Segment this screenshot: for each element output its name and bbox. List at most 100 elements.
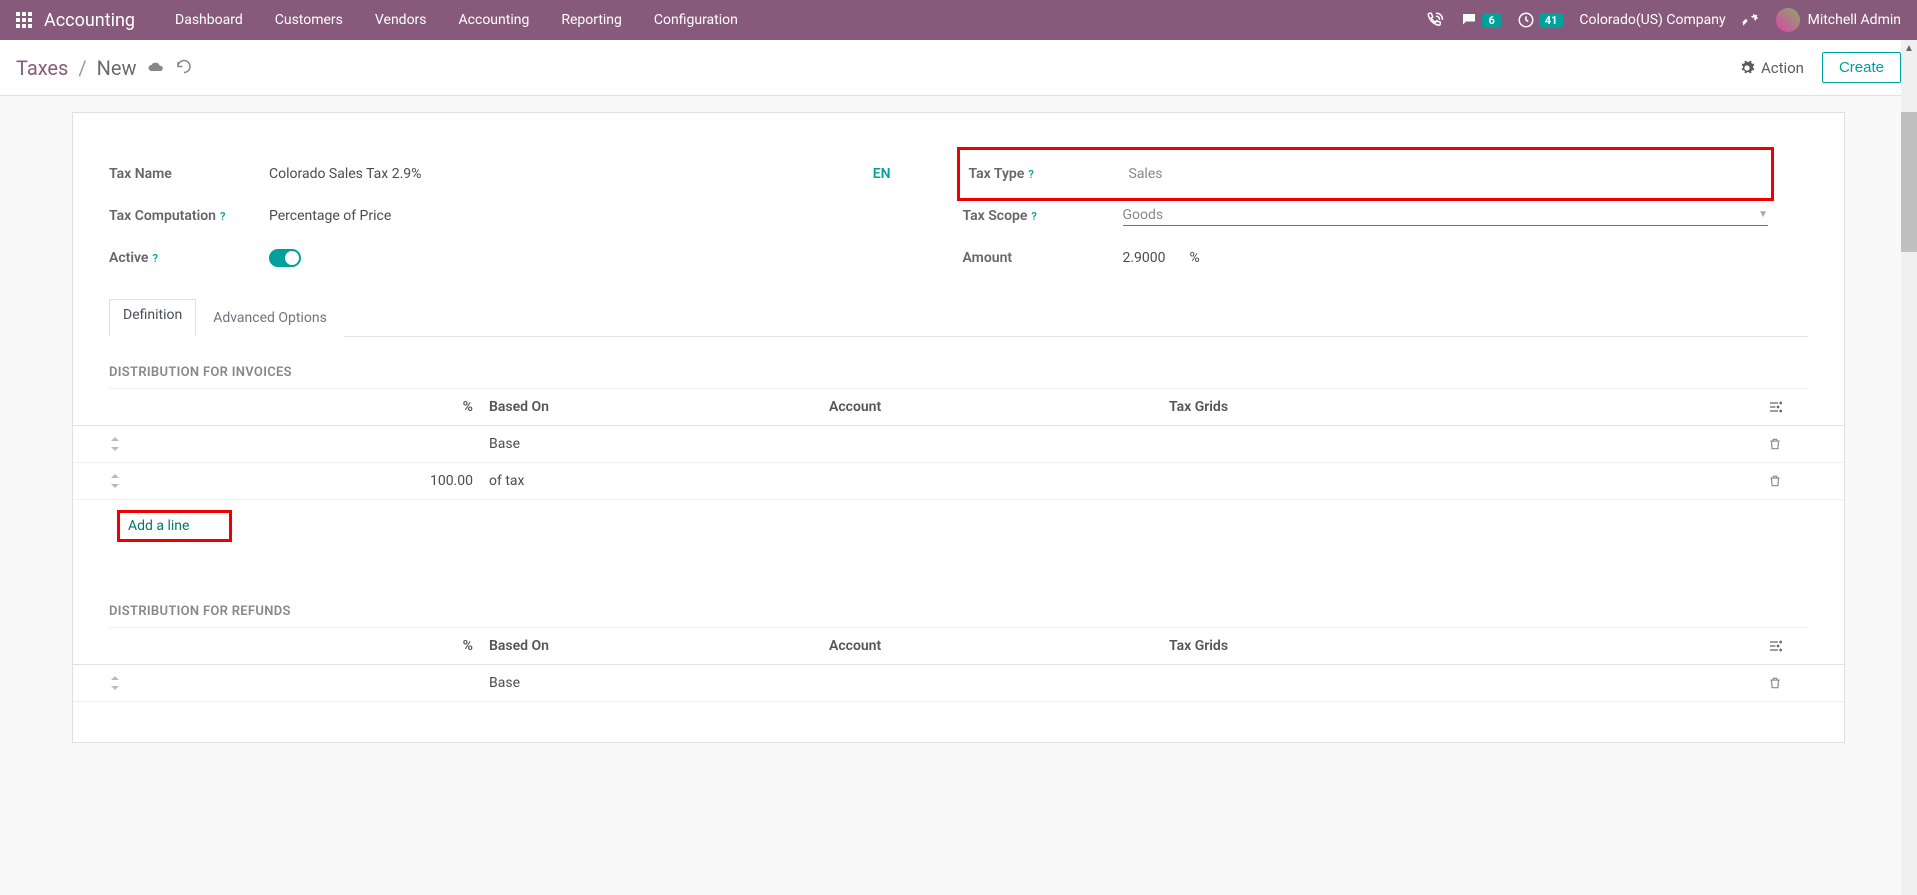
col-based: Based On xyxy=(489,399,829,415)
table-head-invoices: % Based On Account Tax Grids xyxy=(73,389,1844,426)
col-grids: Tax Grids xyxy=(1169,638,1768,654)
scroll-up-icon[interactable]: ▲ xyxy=(1901,40,1917,56)
activities-badge: 41 xyxy=(1539,13,1564,28)
active-label-text: Active xyxy=(109,250,148,266)
avatar xyxy=(1776,8,1800,32)
form-sheet: Tax Name Colorado Sales Tax 2.9% EN Tax … xyxy=(72,112,1845,743)
tax-scope-select[interactable]: Goods ▼ xyxy=(1123,207,1769,226)
delete-row-icon[interactable] xyxy=(1768,474,1808,488)
tax-scope-text: Goods xyxy=(1123,207,1164,223)
col-settings[interactable] xyxy=(1768,638,1808,654)
col-based: Based On xyxy=(489,638,829,654)
add-line-link[interactable]: Add a line xyxy=(117,510,232,542)
row-active: Active ? xyxy=(109,237,915,279)
nav-item-configuration[interactable]: Configuration xyxy=(638,2,754,38)
company-switcher[interactable]: Colorado(US) Company xyxy=(1579,12,1725,28)
col-account: Account xyxy=(829,638,1169,654)
tab-advanced-options[interactable]: Advanced Options xyxy=(196,299,344,337)
form-col-left: Tax Name Colorado Sales Tax 2.9% EN Tax … xyxy=(109,153,915,279)
lang-badge[interactable]: EN xyxy=(873,166,915,182)
label-active: Active ? xyxy=(109,250,269,266)
messages-badge: 6 xyxy=(1482,13,1500,28)
help-icon[interactable]: ? xyxy=(1031,210,1036,223)
breadcrumb-actions: Action Create xyxy=(1739,52,1901,83)
col-account: Account xyxy=(829,399,1169,415)
drag-handle-icon[interactable] xyxy=(109,676,139,690)
amount-text: 2.9000 xyxy=(1123,250,1166,266)
nav-item-customers[interactable]: Customers xyxy=(259,2,359,38)
nav-item-accounting[interactable]: Accounting xyxy=(443,2,546,38)
label-tax-scope: Tax Scope ? xyxy=(963,208,1123,224)
section-title-invoices: DISTRIBUTION FOR INVOICES xyxy=(109,337,1808,389)
discard-icon[interactable] xyxy=(175,59,193,77)
label-tax-computation: Tax Computation ? xyxy=(109,208,269,224)
nav-menu: Dashboard Customers Vendors Accounting R… xyxy=(159,2,1426,38)
apps-icon[interactable] xyxy=(16,12,32,28)
table-refunds: % Based On Account Tax Grids Base xyxy=(73,628,1844,702)
help-icon[interactable]: ? xyxy=(152,252,157,265)
action-label: Action xyxy=(1761,59,1804,77)
nav-item-vendors[interactable]: Vendors xyxy=(359,2,443,38)
breadcrumb-sep: / xyxy=(78,56,86,80)
nav-item-dashboard[interactable]: Dashboard xyxy=(159,2,259,38)
messages-icon[interactable]: 6 xyxy=(1460,11,1500,29)
cell-based[interactable]: Base xyxy=(489,436,829,452)
col-settings[interactable] xyxy=(1768,399,1808,415)
activities-icon[interactable]: 41 xyxy=(1517,11,1564,29)
row-amount: Amount 2.9000 % xyxy=(963,237,1769,279)
value-tax-computation[interactable]: Percentage of Price xyxy=(269,208,915,224)
tax-name-text: Colorado Sales Tax 2.9% xyxy=(269,166,421,182)
breadcrumb-root[interactable]: Taxes xyxy=(16,56,68,80)
phone-icon[interactable] xyxy=(1426,11,1444,29)
breadcrumb-current: New xyxy=(97,56,137,80)
active-toggle[interactable] xyxy=(269,249,301,267)
scrollbar[interactable]: ▲ xyxy=(1901,40,1917,895)
tab-definition[interactable]: Definition xyxy=(109,299,196,337)
delete-row-icon[interactable] xyxy=(1768,437,1808,451)
create-button[interactable]: Create xyxy=(1822,52,1901,83)
row-tax-type: Tax Type ? Sales xyxy=(963,153,1769,195)
drag-handle-icon[interactable] xyxy=(109,437,139,451)
table-row[interactable]: Base xyxy=(73,665,1844,702)
chevron-down-icon: ▼ xyxy=(1758,209,1768,220)
value-amount[interactable]: 2.9000 % xyxy=(1123,250,1769,266)
gear-icon xyxy=(1739,60,1755,76)
help-icon[interactable]: ? xyxy=(220,210,225,223)
row-tax-scope: Tax Scope ? Goods ▼ xyxy=(963,195,1769,237)
col-grids: Tax Grids xyxy=(1169,399,1768,415)
table-row[interactable]: 100.00 of tax xyxy=(73,463,1844,500)
scrollbar-thumb[interactable] xyxy=(1901,112,1917,252)
tabs: Definition Advanced Options xyxy=(109,299,1808,337)
cell-based[interactable]: of tax xyxy=(489,473,829,489)
col-drag xyxy=(109,399,139,415)
debug-icon[interactable] xyxy=(1742,11,1760,29)
col-pct: % xyxy=(139,638,489,654)
table-row[interactable]: Base xyxy=(73,426,1844,463)
cloud-save-icon[interactable] xyxy=(147,59,165,77)
label-tax-name: Tax Name xyxy=(109,166,269,182)
app-title[interactable]: Accounting xyxy=(44,10,135,31)
value-tax-scope[interactable]: Goods ▼ xyxy=(1123,207,1769,226)
table-invoices: % Based On Account Tax Grids Base xyxy=(73,389,1844,552)
nav-item-reporting[interactable]: Reporting xyxy=(545,2,638,38)
section-title-refunds: DISTRIBUTION FOR REFUNDS xyxy=(109,576,1808,628)
form-col-right: Tax Type ? Sales Tax Scope ? Goods ▼ xyxy=(963,153,1809,279)
tax-comp-label-text: Tax Computation xyxy=(109,208,216,224)
highlight-tax-type xyxy=(957,147,1775,201)
table-head-refunds: % Based On Account Tax Grids xyxy=(73,628,1844,665)
top-nav: Accounting Dashboard Customers Vendors A… xyxy=(0,0,1917,40)
breadcrumb: Taxes / New xyxy=(16,56,193,80)
content-area: Tax Name Colorado Sales Tax 2.9% EN Tax … xyxy=(0,96,1917,783)
tax-scope-label-text: Tax Scope xyxy=(963,208,1028,224)
cell-pct[interactable]: 100.00 xyxy=(139,473,489,489)
delete-row-icon[interactable] xyxy=(1768,676,1808,690)
value-active xyxy=(269,249,915,267)
value-tax-name[interactable]: Colorado Sales Tax 2.9% EN xyxy=(269,166,915,182)
action-button[interactable]: Action xyxy=(1739,59,1804,77)
cell-based[interactable]: Base xyxy=(489,675,829,691)
user-menu[interactable]: Mitchell Admin xyxy=(1776,8,1901,32)
col-drag xyxy=(109,638,139,654)
drag-handle-icon[interactable] xyxy=(109,474,139,488)
amount-unit: % xyxy=(1190,250,1200,266)
row-tax-computation: Tax Computation ? Percentage of Price xyxy=(109,195,915,237)
